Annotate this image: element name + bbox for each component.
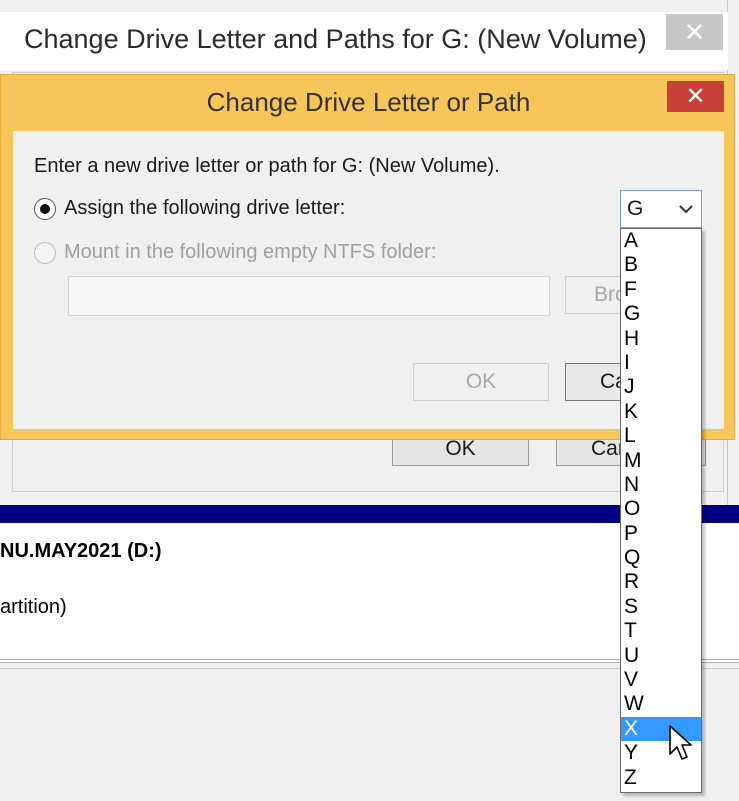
drive-letter-option[interactable]: P bbox=[621, 522, 701, 546]
paths-window-title: Change Drive Letter and Paths for G: (Ne… bbox=[24, 24, 647, 54]
dialog-client-area: Enter a new drive letter or path for G: … bbox=[13, 131, 724, 429]
dialog-prompt: Enter a new drive letter or path for G: … bbox=[34, 155, 500, 177]
drive-letter-option[interactable]: T bbox=[621, 619, 701, 643]
paths-window-close-button[interactable]: ✕ bbox=[666, 14, 723, 50]
drive-letter-option[interactable]: N bbox=[621, 473, 701, 497]
mount-folder-label: Mount in the following empty NTFS folder… bbox=[64, 241, 437, 263]
drive-letter-option[interactable]: F bbox=[621, 278, 701, 302]
drive-letter-option[interactable]: K bbox=[621, 400, 701, 424]
drive-letter-option[interactable]: B bbox=[621, 253, 701, 277]
folder-path-input[interactable] bbox=[68, 276, 550, 316]
drive-letter-value: G bbox=[627, 197, 644, 220]
drive-letter-option[interactable]: H bbox=[621, 327, 701, 351]
drive-letter-option[interactable]: V bbox=[621, 668, 701, 692]
volume-type: artition) bbox=[0, 596, 67, 618]
drive-letter-option[interactable]: O bbox=[621, 497, 701, 521]
drive-letter-option[interactable]: J bbox=[621, 375, 701, 399]
chevron-down-icon bbox=[679, 201, 693, 217]
close-icon: ✕ bbox=[685, 83, 706, 110]
mount-folder-option[interactable]: Mount in the following empty NTFS folder… bbox=[34, 241, 436, 264]
mount-folder-radio[interactable] bbox=[34, 241, 56, 264]
drive-letter-option[interactable]: U bbox=[621, 644, 701, 668]
dialog-close-button[interactable]: ✕ bbox=[667, 81, 724, 112]
drive-letter-option[interactable]: L bbox=[621, 424, 701, 448]
assign-letter-option[interactable]: Assign the following drive letter: bbox=[34, 197, 345, 220]
mouse-pointer-icon bbox=[669, 725, 692, 760]
drive-letter-option[interactable]: S bbox=[621, 595, 701, 619]
volume-name: NU.MAY2021 (D:) bbox=[0, 540, 162, 562]
drive-letter-option[interactable]: W bbox=[621, 692, 701, 716]
assign-letter-label: Assign the following drive letter: bbox=[64, 197, 346, 219]
drive-letter-select[interactable]: G bbox=[620, 190, 702, 228]
drive-letter-option[interactable]: M bbox=[621, 449, 701, 473]
close-icon: ✕ bbox=[683, 16, 706, 47]
drive-letter-dropdown-list[interactable]: ABFGHIJKLMNOPQRSTUVWXYZ bbox=[620, 228, 702, 793]
drive-letter-option[interactable]: Z bbox=[621, 766, 701, 790]
drive-letter-option[interactable]: A bbox=[621, 229, 701, 253]
drive-letter-option[interactable]: G bbox=[621, 302, 701, 326]
drive-letter-option[interactable]: R bbox=[621, 570, 701, 594]
assign-letter-radio[interactable] bbox=[34, 197, 56, 220]
dialog-ok-button[interactable]: OK bbox=[413, 363, 549, 401]
dialog-title: Change Drive Letter or Path bbox=[206, 87, 531, 117]
drive-letter-option[interactable]: I bbox=[621, 351, 701, 375]
drive-letter-option[interactable]: Q bbox=[621, 546, 701, 570]
